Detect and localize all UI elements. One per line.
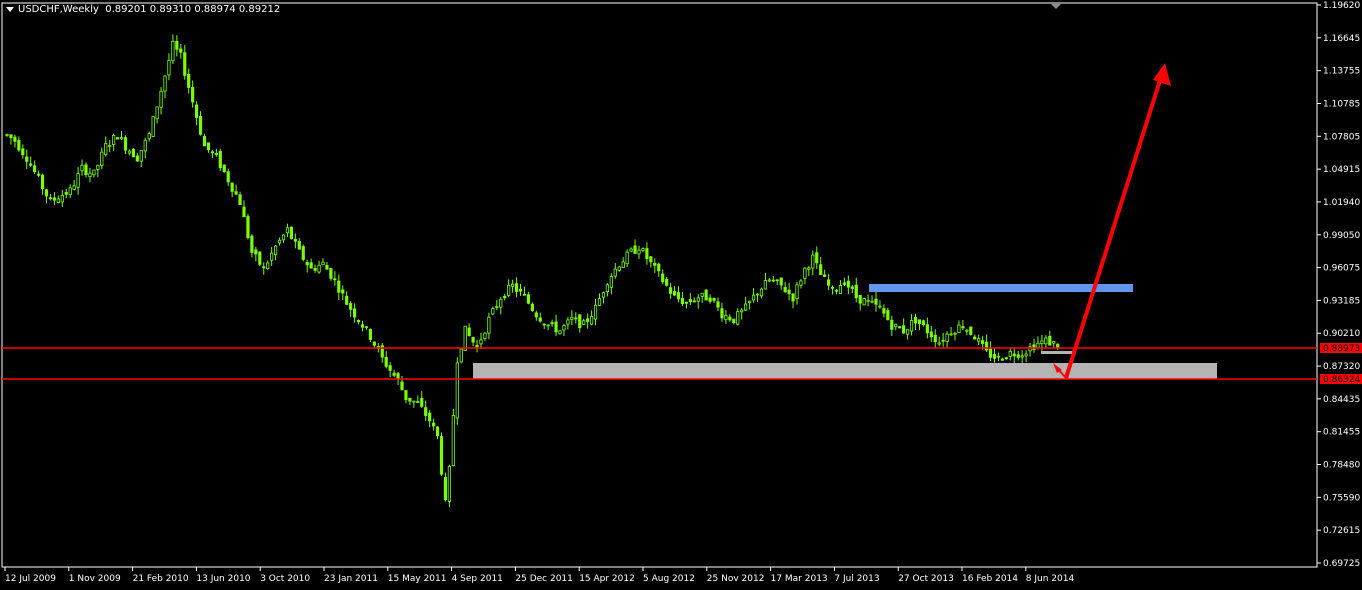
time-label: 15 May 2011 xyxy=(388,574,447,584)
candle xyxy=(463,325,467,351)
time-label: 15 Apr 2012 xyxy=(579,574,635,584)
chart-header: USDCHF,Weekly 0.89201 0.89310 0.88974 0.… xyxy=(6,4,280,15)
candle xyxy=(131,147,135,158)
time-label: 23 Jan 2011 xyxy=(324,574,378,584)
lower-level-label: 0.86324 xyxy=(1320,374,1362,385)
time-label: 1 Nov 2009 xyxy=(69,574,121,584)
upper-level-label: 0.88973 xyxy=(1320,343,1362,354)
candle xyxy=(289,226,294,240)
lower-level-value: 0.86324 xyxy=(1323,375,1360,385)
time-label: 3 Oct 2010 xyxy=(260,574,310,584)
upper-level-value: 0.88973 xyxy=(1323,344,1360,354)
price-label: 0.93185 xyxy=(1323,296,1360,306)
time-label: 5 Aug 2012 xyxy=(643,574,695,584)
candle xyxy=(455,357,459,425)
price-label: 0.69725 xyxy=(1323,559,1360,569)
candle xyxy=(301,244,305,262)
price-label: 0.84435 xyxy=(1323,395,1360,405)
price-label: 0.99050 xyxy=(1323,231,1360,241)
price-label: 1.19620 xyxy=(1323,1,1360,11)
price-label: 1.07805 xyxy=(1323,132,1360,142)
grey-support-zone[interactable] xyxy=(473,363,1217,379)
time-label: 17 Mar 2013 xyxy=(771,574,828,584)
candle xyxy=(459,348,463,364)
ohlc-values: 0.89201 0.89310 0.88974 0.89212 xyxy=(105,4,281,15)
price-label: 1.04915 xyxy=(1323,165,1360,175)
time-label: 25 Nov 2012 xyxy=(707,574,765,584)
time-label: 4 Sep 2011 xyxy=(452,574,503,584)
price-label: 1.16645 xyxy=(1323,34,1360,44)
price-chart[interactable]: 1.19620 1.16645 1.13755 1.10785 1.07805 1.049… xyxy=(0,0,1362,586)
price-label: 0.81455 xyxy=(1323,428,1360,438)
price-label: 0.87320 xyxy=(1323,362,1360,372)
candle xyxy=(258,251,262,266)
price-label: 0.90210 xyxy=(1323,329,1360,339)
time-label: 7 Jul 2013 xyxy=(834,574,879,584)
grey-small-marker[interactable] xyxy=(1041,351,1076,354)
price-label: 1.10785 xyxy=(1323,99,1360,109)
time-label: 21 Feb 2010 xyxy=(133,574,189,584)
time-label: 8 Jun 2014 xyxy=(1026,574,1075,584)
time-label: 12 Jul 2009 xyxy=(5,574,56,584)
time-label: 16 Feb 2014 xyxy=(962,574,1018,584)
dropdown-triangle-icon[interactable] xyxy=(6,6,14,12)
candle xyxy=(151,115,155,138)
time-axis: 12 Jul 2009 1 Nov 2009 21 Feb 2010 13 Jun 2… xyxy=(4,567,1075,584)
time-label: 13 Jun 2010 xyxy=(196,574,250,584)
candle xyxy=(218,148,222,171)
candle xyxy=(447,464,452,508)
candle xyxy=(969,326,973,336)
symbol-label: USDCHF,Weekly xyxy=(18,4,99,15)
candle xyxy=(222,164,226,173)
price-label: 0.78480 xyxy=(1323,461,1360,471)
price-label: 0.72615 xyxy=(1323,526,1360,536)
candle xyxy=(451,408,455,467)
candle xyxy=(116,136,120,140)
candle xyxy=(246,213,250,240)
price-label: 1.13755 xyxy=(1323,67,1360,77)
time-label: 25 Dec 2011 xyxy=(515,574,573,584)
price-label: 0.75590 xyxy=(1323,493,1360,503)
candle xyxy=(558,330,562,335)
candle xyxy=(704,289,708,301)
time-label: 27 Oct 2013 xyxy=(898,574,954,584)
candle xyxy=(439,432,444,476)
candle xyxy=(862,297,866,306)
price-axis: 1.19620 1.16645 1.13755 1.10785 1.07805 1.049… xyxy=(1317,1,1360,569)
chart-window[interactable]: 1.19620 1.16645 1.13755 1.10785 1.07805 1.049… xyxy=(0,0,1362,586)
price-label: 0.96075 xyxy=(1323,264,1360,274)
price-label: 1.01940 xyxy=(1323,198,1360,208)
